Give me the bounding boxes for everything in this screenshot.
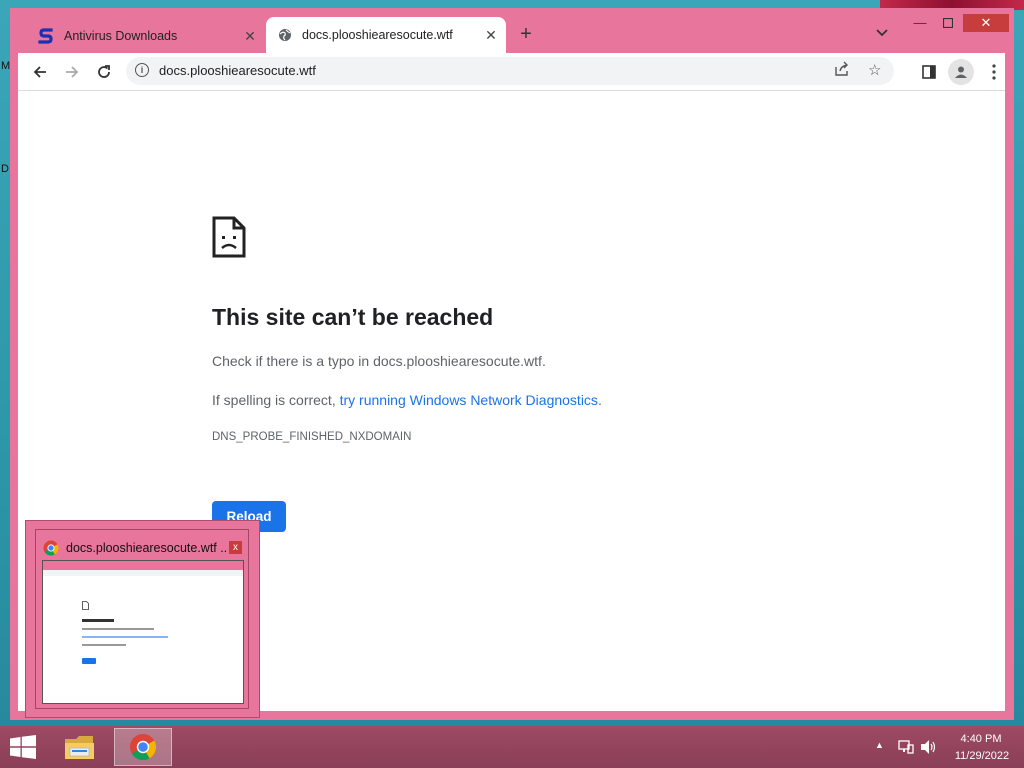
clock-time[interactable]: 4:40 PM	[952, 733, 1010, 745]
show-hidden-icons-button[interactable]: ▲	[875, 740, 884, 750]
preview-code-line	[82, 644, 126, 646]
preview-toolbar	[43, 570, 243, 576]
bookmark-star-icon[interactable]: ☆	[868, 61, 881, 79]
maximize-icon	[942, 17, 954, 29]
windows-logo-icon	[10, 735, 36, 759]
site-info-icon[interactable]: i	[135, 63, 149, 77]
browser-toolbar: i docs.plooshiearesocute.wtf ☆	[18, 53, 1005, 91]
tab-search-button[interactable]	[876, 26, 888, 40]
taskbar: ▲ 4:40 PM 11/29/2022	[0, 726, 1024, 768]
side-panel-button[interactable]	[916, 59, 942, 85]
close-tab-icon[interactable]: ✕	[482, 27, 500, 44]
arrow-right-icon	[66, 66, 79, 78]
diagnostics-prefix: If spelling is correct,	[212, 392, 340, 408]
tab-title: Antivirus Downloads	[64, 29, 178, 43]
back-button[interactable]	[27, 59, 53, 85]
tab-docs-plooshiearesocute[interactable]: docs.plooshiearesocute.wtf ✕	[266, 17, 506, 53]
maximize-button[interactable]	[934, 14, 962, 32]
tab-antivirus-downloads[interactable]: Antivirus Downloads ✕	[20, 19, 265, 53]
arrow-left-icon	[33, 66, 46, 78]
chrome-icon	[43, 540, 59, 556]
diagnostics-suffix: .	[597, 392, 602, 408]
globe-icon	[279, 29, 291, 41]
thumbnail-frame: docs.plooshiearesocute.wtf ... x	[35, 529, 249, 709]
address-bar[interactable]: i docs.plooshiearesocute.wtf ☆	[126, 57, 894, 85]
clock-date[interactable]: 11/29/2022	[946, 750, 1018, 762]
reload-toolbar-button[interactable]	[91, 59, 117, 85]
sad-document-icon	[212, 216, 246, 258]
chevron-down-icon	[876, 29, 888, 37]
network-diagnostics-link[interactable]: try running Windows Network Diagnostics	[340, 392, 598, 408]
close-window-button[interactable]: ✕	[963, 14, 1009, 32]
address-url: docs.plooshiearesocute.wtf	[159, 63, 316, 78]
thumbnail-page-preview	[42, 560, 244, 704]
more-vertical-icon	[992, 64, 996, 80]
thumbnail-title: docs.plooshiearesocute.wtf ...	[66, 541, 226, 555]
preview-tab-strip	[43, 561, 243, 570]
network-icon[interactable]	[898, 739, 914, 760]
error-message-typo: Check if there is a typo in docs.plooshi…	[212, 353, 546, 369]
chrome-icon	[130, 734, 157, 761]
desktop-icon-label-m: M	[1, 60, 11, 72]
profile-button[interactable]	[948, 59, 974, 85]
minimize-button[interactable]: —	[906, 14, 934, 32]
preview-link-line	[82, 636, 168, 638]
avatar-icon	[955, 66, 967, 78]
thumbnail-close-button[interactable]: x	[229, 541, 242, 554]
side-panel-icon	[922, 65, 936, 79]
s-logo-icon	[38, 28, 53, 44]
error-code: DNS_PROBE_FINISHED_NXDOMAIN	[212, 431, 412, 443]
file-explorer-taskbar-button[interactable]	[62, 732, 100, 764]
preview-title-line	[82, 619, 114, 622]
close-tab-icon[interactable]: ✕	[241, 28, 259, 45]
preview-reload-button	[82, 658, 96, 664]
taskbar-thumbnail-preview[interactable]: docs.plooshiearesocute.wtf ... x	[25, 520, 260, 718]
forward-button[interactable]	[59, 59, 85, 85]
share-icon[interactable]	[834, 61, 850, 81]
menu-button[interactable]	[981, 59, 1007, 85]
folder-icon	[65, 736, 94, 759]
error-message-diagnostics: If spelling is correct, try running Wind…	[212, 392, 602, 408]
error-title: This site can’t be reached	[212, 304, 494, 330]
start-button[interactable]	[10, 735, 38, 759]
tab-title: docs.plooshiearesocute.wtf	[302, 28, 453, 42]
preview-sad-document-icon	[82, 601, 89, 610]
desktop-icon-label-d: D	[1, 163, 9, 175]
chrome-taskbar-button[interactable]	[114, 728, 172, 766]
new-tab-button[interactable]: +	[516, 23, 536, 46]
preview-text-line	[82, 628, 154, 630]
volume-icon[interactable]	[920, 739, 938, 760]
refresh-icon	[98, 65, 110, 78]
